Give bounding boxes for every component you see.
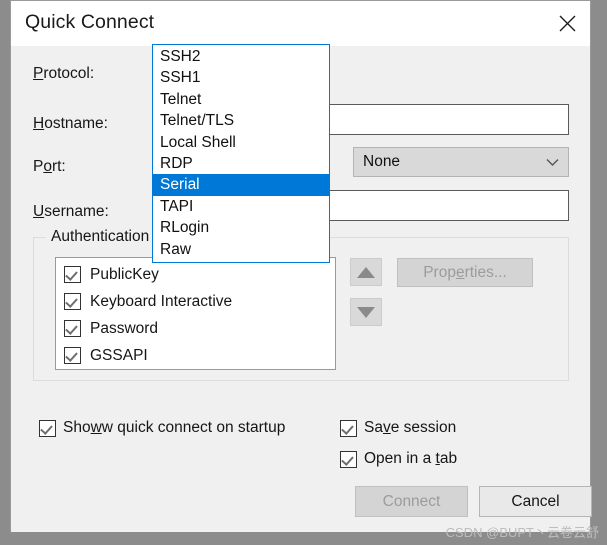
- arrow-down-icon: [357, 306, 375, 318]
- close-icon[interactable]: [544, 1, 590, 46]
- username-label-rest: sername:: [44, 203, 109, 220]
- move-down-button[interactable]: [350, 298, 382, 326]
- save-session-label: Save session: [364, 419, 457, 436]
- dropdown-option-tapi[interactable]: TAPI: [153, 196, 329, 217]
- username-label: Username:: [33, 203, 109, 221]
- checkbox-publickey[interactable]: [64, 266, 81, 283]
- arrow-up-icon: [357, 266, 375, 278]
- cancel-button-label: Cancel: [511, 492, 560, 510]
- authentication-group-title: Authentication: [46, 228, 155, 246]
- list-item[interactable]: Password: [56, 315, 335, 342]
- watermark-text: CSDN @BUPT丶云卷云舒: [445, 525, 599, 540]
- open-in-tab-label: Open in a tab: [364, 450, 458, 467]
- protocol-label-rest: rotocol:: [43, 65, 95, 82]
- port-label-rest: rt:: [51, 158, 66, 175]
- list-item[interactable]: Keyboard Interactive: [56, 288, 335, 315]
- dropdown-option-telnet[interactable]: Telnet: [153, 89, 329, 110]
- checkbox-show-on-startup[interactable]: [39, 419, 56, 437]
- firewall-selected-value: None: [363, 153, 401, 170]
- username-label-accel: U: [33, 203, 45, 220]
- dropdown-option-raw[interactable]: Raw: [153, 239, 329, 260]
- dropdown-option-serial[interactable]: Serial: [153, 174, 329, 196]
- checkbox-gssapi[interactable]: [64, 347, 81, 364]
- protocol-dropdown-list[interactable]: SSH2 SSH1 Telnet Telnet/TLS Local Shell …: [152, 44, 330, 263]
- hostname-label-accel: H: [33, 115, 45, 132]
- list-item-label: Password: [90, 319, 159, 337]
- protocol-label-accel: P: [33, 65, 44, 82]
- properties-button[interactable]: Properties...: [397, 258, 533, 287]
- screen: Quick Connect Protocol: SSH2 Hostname:: [0, 0, 607, 545]
- list-item[interactable]: PublicKey: [56, 261, 335, 288]
- show-on-startup-label: Showw quick connect on startup: [63, 419, 286, 436]
- show-quick-connect-on-startup-checkbox[interactable]: Showw quick connect on startup: [39, 419, 285, 437]
- dropdown-option-rlogin[interactable]: RLogin: [153, 217, 329, 238]
- authentication-method-list[interactable]: PublicKey Keyboard Interactive Password …: [55, 257, 336, 370]
- quick-connect-dialog: Quick Connect Protocol: SSH2 Hostname:: [10, 0, 592, 532]
- save-session-checkbox[interactable]: Save session: [340, 419, 456, 437]
- firewall-combobox[interactable]: None: [353, 147, 569, 177]
- port-label-prefix: P: [33, 158, 44, 175]
- dropdown-option-ssh1[interactable]: SSH1: [153, 67, 329, 88]
- port-label-accel: o: [43, 158, 52, 175]
- list-item-label: PublicKey: [90, 265, 159, 283]
- dropdown-option-rdp[interactable]: RDP: [153, 153, 329, 174]
- connect-button-label: Connect: [382, 492, 441, 510]
- chevron-down-icon: [546, 148, 559, 176]
- hostname-label: Hostname:: [33, 115, 108, 133]
- protocol-label: Protocol:: [33, 65, 94, 83]
- title-bar: Quick Connect: [11, 1, 590, 46]
- dropdown-option-telnet-tls[interactable]: Telnet/TLS: [153, 110, 329, 131]
- open-in-a-tab-checkbox[interactable]: Open in a tab: [340, 450, 457, 468]
- cancel-button[interactable]: Cancel: [479, 486, 592, 517]
- list-item-label: Keyboard Interactive: [90, 292, 233, 310]
- page-title: Quick Connect: [25, 11, 155, 33]
- properties-button-label: Properties...: [423, 263, 507, 281]
- hostname-label-rest: ostname:: [44, 115, 108, 132]
- checkbox-open-in-tab[interactable]: [340, 450, 357, 468]
- checkbox-save-session[interactable]: [340, 419, 357, 437]
- move-up-button[interactable]: [350, 258, 382, 286]
- list-item-label: GSSAPI: [90, 346, 148, 364]
- checkbox-password[interactable]: [64, 320, 81, 337]
- dropdown-option-ssh2[interactable]: SSH2: [153, 46, 329, 67]
- port-label: Port:: [33, 158, 66, 176]
- connect-button[interactable]: Connect: [355, 486, 468, 517]
- list-item[interactable]: GSSAPI: [56, 342, 335, 369]
- dropdown-option-local-shell[interactable]: Local Shell: [153, 132, 329, 153]
- checkbox-keyboard-interactive[interactable]: [64, 293, 81, 310]
